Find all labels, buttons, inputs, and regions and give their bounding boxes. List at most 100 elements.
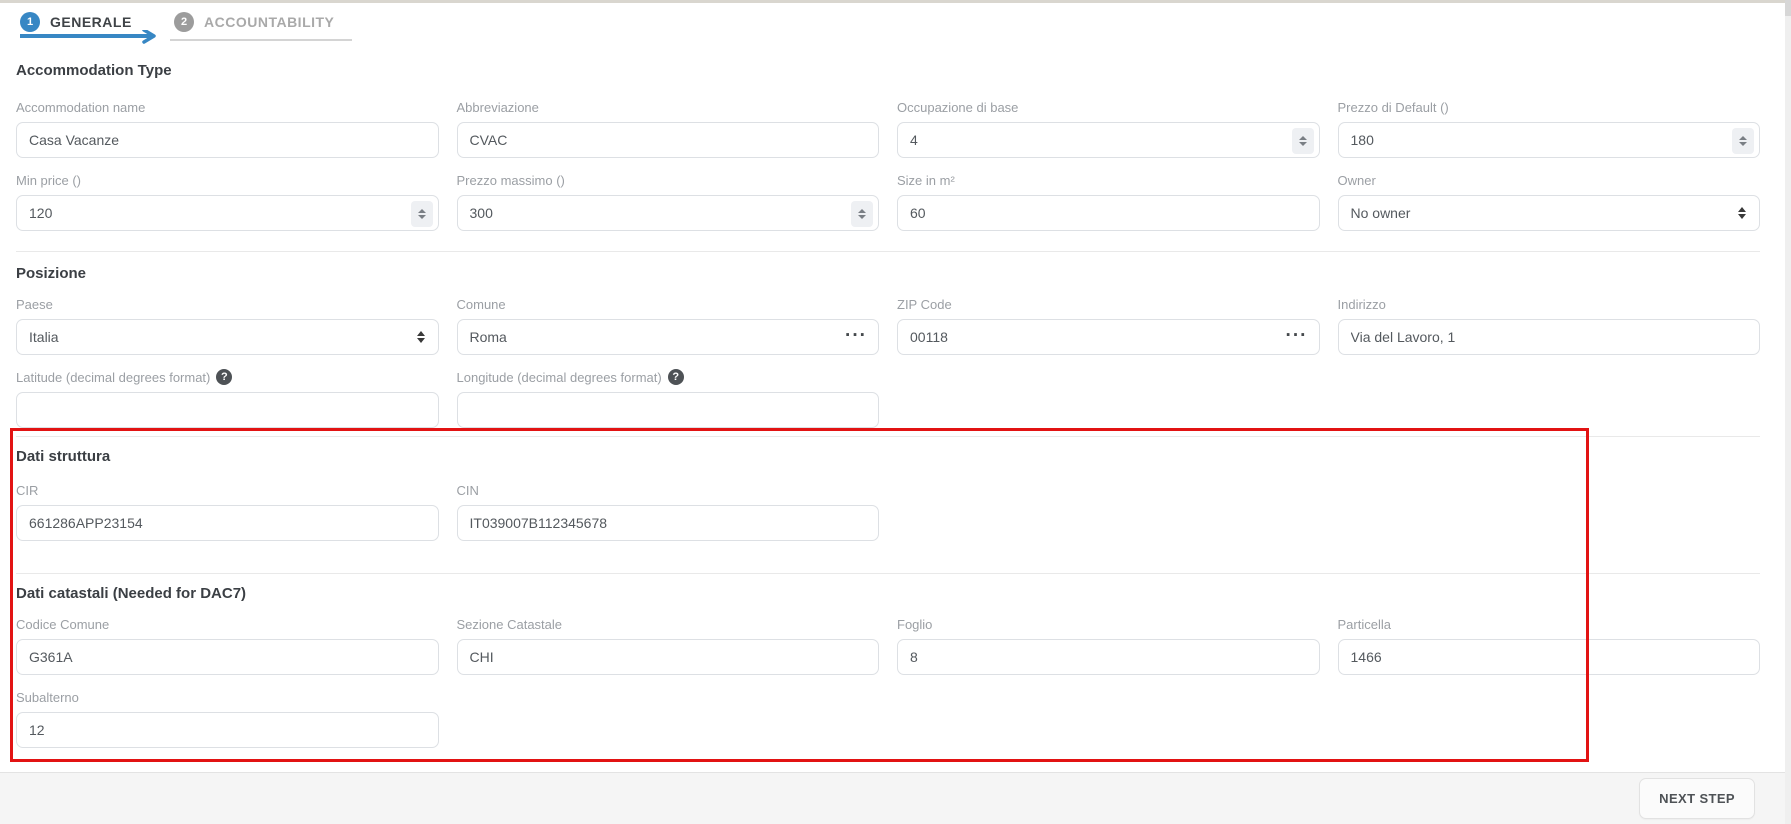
zip-label: ZIP Code [897,297,952,312]
zip-lookup-ellipsis-icon[interactable]: ··· [1286,326,1308,345]
longitude-help-icon[interactable]: ? [668,369,684,385]
tab-generale-label: GENERALE [50,14,132,30]
footer-bar: NEXT STEP [0,772,1785,824]
field-owner: Owner No owner [1338,172,1761,231]
tab-accountability-label: ACCOUNTABILITY [204,14,334,30]
field-zip: ZIP Code ··· [897,296,1320,355]
accommodation-name-label: Accommodation name [16,100,145,115]
field-codice-comune: Codice Comune [16,616,439,675]
field-paese: Paese Italia [16,296,439,355]
select-arrows-icon [417,320,425,354]
abbreviazione-input[interactable] [470,123,867,157]
field-comune: Comune ··· [457,296,880,355]
prezzo-massimo-input[interactable] [470,196,867,230]
subalterno-label: Subalterno [16,690,79,705]
accommodation-form-page: 1 GENERALE 2 ACCOUNTABILITY Accommodatio… [0,0,1791,824]
field-size: Size in m² [897,172,1320,231]
section-divider [16,251,1760,252]
spinner-down-icon[interactable] [418,215,426,219]
subalterno-input[interactable] [29,713,426,747]
sezione-catastale-label: Sezione Catastale [457,617,563,632]
size-label: Size in m² [897,173,955,188]
cin-input[interactable] [470,506,867,540]
occupazione-di-base-input[interactable] [910,123,1307,157]
field-accommodation-name: Accommodation name [16,99,439,158]
indirizzo-input[interactable] [1351,320,1748,354]
field-min-price: Min price () [16,172,439,231]
cir-label: CIR [16,483,38,498]
spinner-up-icon[interactable] [1299,136,1307,140]
number-spinner[interactable] [1732,128,1754,154]
field-sezione-catastale: Sezione Catastale [457,616,880,675]
latitude-label: Latitude (decimal degrees format) [16,370,210,385]
field-abbreviazione: Abbreviazione [457,99,880,158]
spinner-up-icon[interactable] [418,209,426,213]
longitude-label: Longitude (decimal degrees format) [457,370,662,385]
field-foglio: Foglio [897,616,1320,675]
spinner-down-icon[interactable] [1299,142,1307,146]
number-spinner[interactable] [411,201,433,227]
foglio-label: Foglio [897,617,932,632]
latitude-help-icon[interactable]: ? [216,369,232,385]
field-prezzo-massimo: Prezzo massimo () [457,172,880,231]
cin-label: CIN [457,483,479,498]
field-particella: Particella [1338,616,1761,675]
section-divider [16,573,1760,574]
section-title-dati-struttura: Dati struttura [16,448,1760,465]
accommodation-name-input[interactable] [29,123,426,157]
step1-badge: 1 [20,12,40,32]
tab-accountability[interactable]: 2 ACCOUNTABILITY [166,10,352,46]
cir-input[interactable] [29,506,426,540]
number-spinner[interactable] [1292,128,1314,154]
field-prezzo-default: Prezzo di Default () [1338,99,1761,158]
select-arrows-icon [1738,196,1746,230]
spinner-down-icon[interactable] [858,215,866,219]
active-tab-arrow-icon [20,30,166,46]
paese-label: Paese [16,297,53,312]
abbreviazione-label: Abbreviazione [457,100,539,115]
owner-label: Owner [1338,173,1376,188]
field-occupazione-di-base: Occupazione di base [897,99,1320,158]
field-cir: CIR [16,482,439,541]
field-subalterno: Subalterno [16,689,439,748]
foglio-input[interactable] [910,640,1307,674]
comune-lookup-ellipsis-icon[interactable]: ··· [845,326,867,345]
field-latitude: Latitude (decimal degrees format) ? [16,369,439,428]
paese-select[interactable]: Italia [16,319,439,355]
particella-input[interactable] [1351,640,1748,674]
indirizzo-label: Indirizzo [1338,297,1386,312]
vertical-scrollbar[interactable] [1785,0,1791,824]
tab-generale[interactable]: 1 GENERALE [20,10,166,46]
size-input[interactable] [910,196,1307,230]
occupazione-di-base-label: Occupazione di base [897,100,1018,115]
inactive-tab-underline [170,39,352,41]
scrollbar-top-button[interactable] [1785,0,1791,16]
next-step-button[interactable]: NEXT STEP [1639,778,1755,819]
comune-label: Comune [457,297,506,312]
min-price-label: Min price () [16,173,81,188]
comune-input[interactable] [470,320,867,354]
prezzo-default-input[interactable] [1351,123,1748,157]
form-content: 1 GENERALE 2 ACCOUNTABILITY Accommodatio… [0,0,1791,748]
section-title-accommodation-type: Accommodation Type [16,62,1760,79]
section-title-posizione: Posizione [16,265,1760,282]
sezione-catastale-input[interactable] [470,640,867,674]
step2-badge: 2 [174,12,194,32]
longitude-input[interactable] [470,393,867,427]
zip-input[interactable] [910,320,1307,354]
prezzo-massimo-label: Prezzo massimo () [457,173,565,188]
latitude-input[interactable] [29,393,426,427]
particella-label: Particella [1338,617,1391,632]
spinner-up-icon[interactable] [1739,136,1747,140]
min-price-input[interactable] [29,196,426,230]
owner-selected-value: No owner [1351,205,1411,221]
owner-select[interactable]: No owner [1338,195,1761,231]
section-title-dati-catastali: Dati catastali (Needed for DAC7) [16,585,1760,602]
section-divider [16,436,1760,437]
field-longitude: Longitude (decimal degrees format) ? [457,369,880,428]
codice-comune-input[interactable] [29,640,426,674]
spinner-up-icon[interactable] [858,209,866,213]
number-spinner[interactable] [851,201,873,227]
spinner-down-icon[interactable] [1739,142,1747,146]
field-cin: CIN [457,482,880,541]
